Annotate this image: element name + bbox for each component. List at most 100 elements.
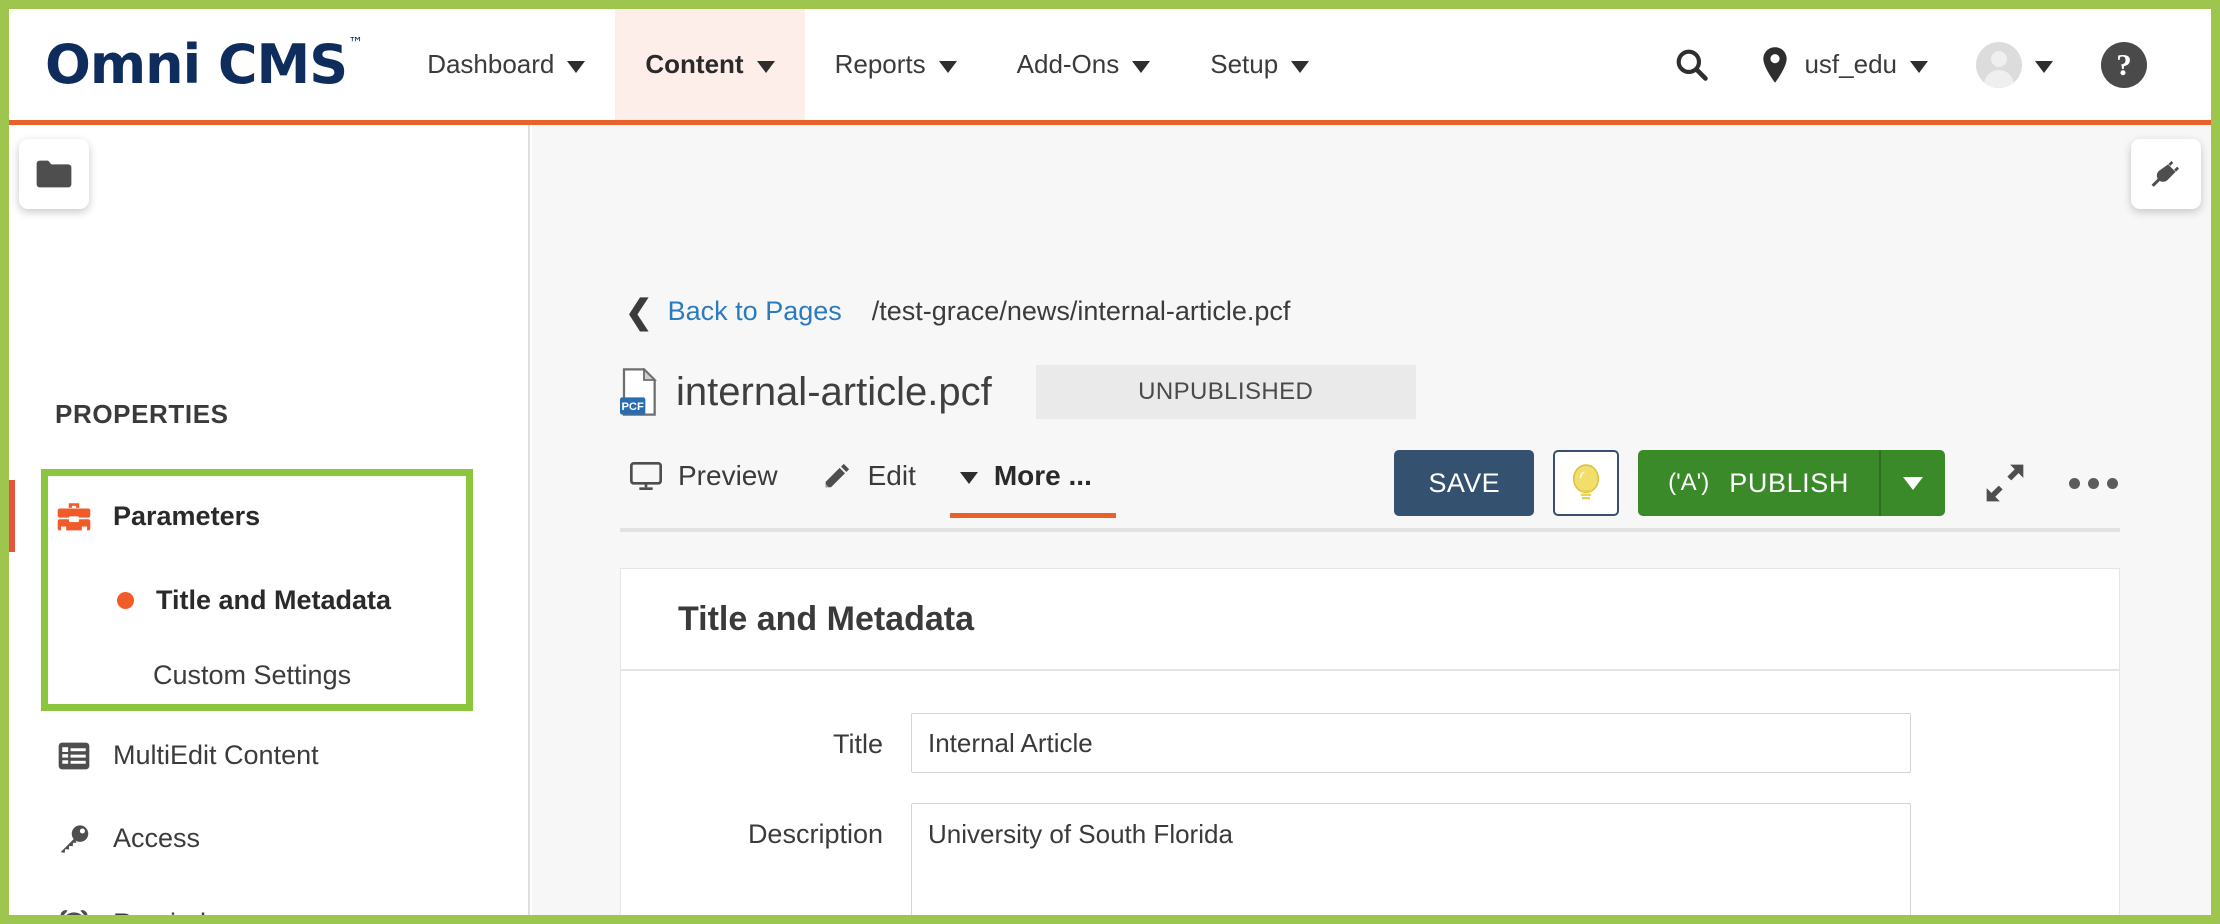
nav-item-setup[interactable]: Setup: [1180, 9, 1339, 120]
help-icon: ?: [2101, 41, 2147, 88]
monitor-icon: [630, 462, 662, 490]
chevron-down-icon: [1903, 476, 1923, 490]
chevron-down-icon: [567, 60, 586, 73]
sidebar-section-label: PROPERTIES: [55, 399, 229, 429]
title-input[interactable]: [911, 713, 1911, 773]
search-icon: [1677, 49, 1709, 81]
application-window: Omni CMS™ Dashboard Content Reports Add-…: [0, 0, 2220, 924]
trademark-symbol: ™: [348, 33, 363, 52]
tab-edit[interactable]: Edit: [812, 460, 950, 514]
properties-sidebar: PROPERTIES Parameters Title and Metadata: [9, 125, 530, 915]
form-row-title: Title: [621, 713, 2119, 773]
publish-dropdown-button[interactable]: [1879, 450, 1945, 516]
description-input-wrapper: [911, 803, 1911, 915]
sidebar-item-label-access: Access: [113, 823, 201, 853]
chevron-down-icon: [1910, 60, 1928, 73]
nav-label-setup: Setup: [1210, 49, 1279, 79]
save-button[interactable]: SAVE: [1394, 450, 1535, 516]
site-selector[interactable]: usf_edu: [1735, 46, 1952, 84]
nav-item-content[interactable]: Content: [615, 9, 805, 120]
sidebar-item-custom-settings[interactable]: Custom Settings: [153, 660, 351, 691]
form-row-description: Description: [621, 803, 2119, 915]
card-title: Title and Metadata: [621, 569, 2119, 671]
tab-preview[interactable]: Preview: [620, 460, 812, 514]
breadcrumb-path: /test-grace/news/internal-article.pcf: [871, 296, 1291, 326]
alarm-clock-icon: [57, 907, 91, 915]
account-menu[interactable]: [1952, 41, 2077, 88]
expand-arrows-icon: [1986, 464, 2024, 502]
sidebar-item-label-multiedit-content: MultiEdit Content: [113, 740, 319, 770]
gadgets-panel-toggle[interactable]: [2131, 139, 2201, 209]
sidebar-item-parameters[interactable]: Parameters: [57, 501, 260, 532]
main-navigation: Dashboard Content Reports Add-Ons Setup: [397, 9, 1339, 120]
pcf-file-icon: PCF: [620, 367, 660, 416]
expand-button[interactable]: [1977, 455, 2033, 511]
tab-label-preview: Preview: [678, 460, 778, 491]
chevron-down-icon: [756, 60, 775, 73]
help-button[interactable]: ?: [2077, 41, 2171, 88]
sidebar-item-label-custom-settings: Custom Settings: [153, 660, 352, 690]
avatar: [1976, 41, 2022, 88]
main-content-area: ❮ Back to Pages /test-grace/news/interna…: [532, 125, 2211, 915]
sidebar-item-label-title-and-metadata: Title and Metadata: [156, 585, 392, 615]
tab-more[interactable]: More ...: [949, 460, 1126, 518]
file-title-row: PCF internal-article.pcf UNPUBLISHED: [620, 365, 1416, 419]
sidebar-item-label-reminders: Reminders: [113, 907, 244, 924]
list-icon: [57, 741, 91, 771]
search-button[interactable]: [1649, 46, 1735, 84]
description-field-label: Description: [747, 819, 883, 849]
nav-label-content: Content: [645, 49, 744, 79]
nav-label-reports: Reports: [834, 49, 926, 79]
title-and-metadata-card: Title and Metadata Title Description: [620, 568, 2120, 915]
plug-icon: [2151, 160, 2180, 187]
chevron-down-icon: [1132, 60, 1151, 73]
brand-logo[interactable]: Omni CMS™: [9, 9, 397, 120]
nav-item-addons[interactable]: Add-Ons: [987, 9, 1181, 120]
page-title: internal-article.pcf: [676, 369, 992, 414]
nav-item-dashboard[interactable]: Dashboard: [397, 9, 615, 120]
publish-label: PUBLISH: [1729, 467, 1849, 498]
key-icon: [57, 824, 91, 854]
sidebar-item-access[interactable]: Access: [57, 823, 200, 854]
svg-text:PCF: PCF: [621, 401, 644, 413]
description-textarea[interactable]: [911, 803, 1911, 915]
site-label: usf_edu: [1804, 49, 1897, 79]
pencil-icon: [825, 463, 849, 488]
page-action-buttons: SAVE ('A') PUBLISH: [1394, 450, 2121, 516]
metadata-form: Title Description: [621, 671, 2119, 915]
brand-name: Omni CMS: [45, 32, 348, 96]
title-field-label: Title: [832, 729, 883, 759]
sidebar-item-title-and-metadata[interactable]: Title and Metadata: [117, 585, 391, 616]
nav-item-reports[interactable]: Reports: [805, 9, 987, 120]
tab-label-edit: Edit: [867, 460, 916, 491]
chevron-down-icon: [1291, 60, 1310, 73]
bullet-dot-icon: [117, 592, 134, 609]
brand-logo-text: Omni CMS™: [45, 35, 363, 92]
folder-icon: [36, 160, 72, 188]
publish-button-group: ('A') PUBLISH: [1638, 450, 1945, 516]
folder-panel-toggle[interactable]: [19, 139, 89, 209]
chevron-down-icon: [2035, 60, 2053, 73]
nav-label-addons: Add-Ons: [1016, 49, 1120, 79]
sidebar-item-multiedit-content[interactable]: MultiEdit Content: [57, 740, 319, 771]
header-right-controls: usf_edu ?: [1649, 9, 2211, 120]
status-badge: UNPUBLISHED: [1035, 365, 1416, 419]
toolbox-icon: [57, 502, 91, 532]
more-options-button[interactable]: [2065, 455, 2121, 511]
back-to-pages-link[interactable]: Back to Pages: [668, 296, 842, 327]
sidebar-item-label-parameters: Parameters: [113, 501, 261, 531]
chevron-down-icon: [938, 60, 957, 73]
back-chevron-icon[interactable]: ❮: [625, 295, 653, 328]
top-header-bar: Omni CMS™ Dashboard Content Reports Add-…: [9, 9, 2211, 125]
tab-label-more: More ...: [993, 460, 1092, 491]
lightbulb-icon: [1573, 464, 1600, 500]
ellipsis-icon: [2068, 477, 2118, 489]
publish-button[interactable]: ('A') PUBLISH: [1638, 450, 1879, 516]
suggestions-button[interactable]: [1553, 450, 1620, 516]
breadcrumb: ❮ Back to Pages /test-grace/news/interna…: [625, 295, 1290, 328]
nav-label-dashboard: Dashboard: [427, 49, 555, 79]
chevron-down-icon: [959, 472, 978, 484]
broadcast-icon: ('A'): [1668, 469, 1710, 496]
active-item-accent-bar: [9, 480, 15, 552]
sidebar-item-reminders[interactable]: Reminders: [57, 907, 244, 924]
